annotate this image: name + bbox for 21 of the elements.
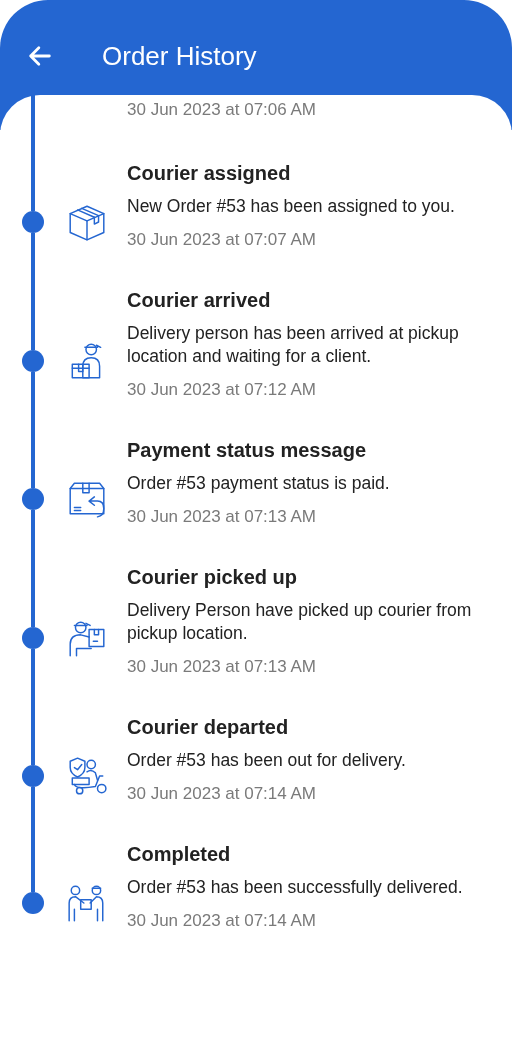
event-message: New Order #53 has been assigned to you. [127, 194, 455, 218]
event-title: Courier arrived [127, 287, 272, 313]
event-time: 30 Jun 2023 at 07:14 AM [127, 782, 318, 805]
event-time: 30 Jun 2023 at 07:13 AM [127, 655, 318, 678]
event-message: Order #53 payment status is paid. [127, 471, 390, 495]
event-title: Courier departed [127, 714, 290, 740]
event-time: 30 Jun 2023 at 07:07 AM [127, 228, 318, 251]
event-message: Delivery person has been arrived at pickup location and waiting for a client. [127, 321, 460, 368]
event-message: Order #53 has been out for delivery. [127, 748, 406, 772]
event-title: Completed [127, 841, 232, 867]
page-title: Order History [102, 40, 257, 73]
scooter-courier-icon [66, 755, 108, 797]
event-time: 30 Jun 2023 at 07:06 AM [127, 99, 317, 121]
event-title: Courier assigned [127, 160, 292, 186]
event-title: Payment status message [127, 437, 367, 463]
event-time: 30 Jun 2023 at 07:13 AM [127, 505, 318, 528]
event-title: Courier picked up [127, 564, 299, 590]
event-time: 30 Jun 2023 at 07:14 AM [127, 909, 318, 932]
event-message: Delivery Person have picked up courier from pickup location. [127, 598, 473, 645]
event-time: 30 Jun 2023 at 07:12 AM [127, 378, 318, 401]
event-message: Order #53 has been successfully delivered. [127, 875, 463, 899]
